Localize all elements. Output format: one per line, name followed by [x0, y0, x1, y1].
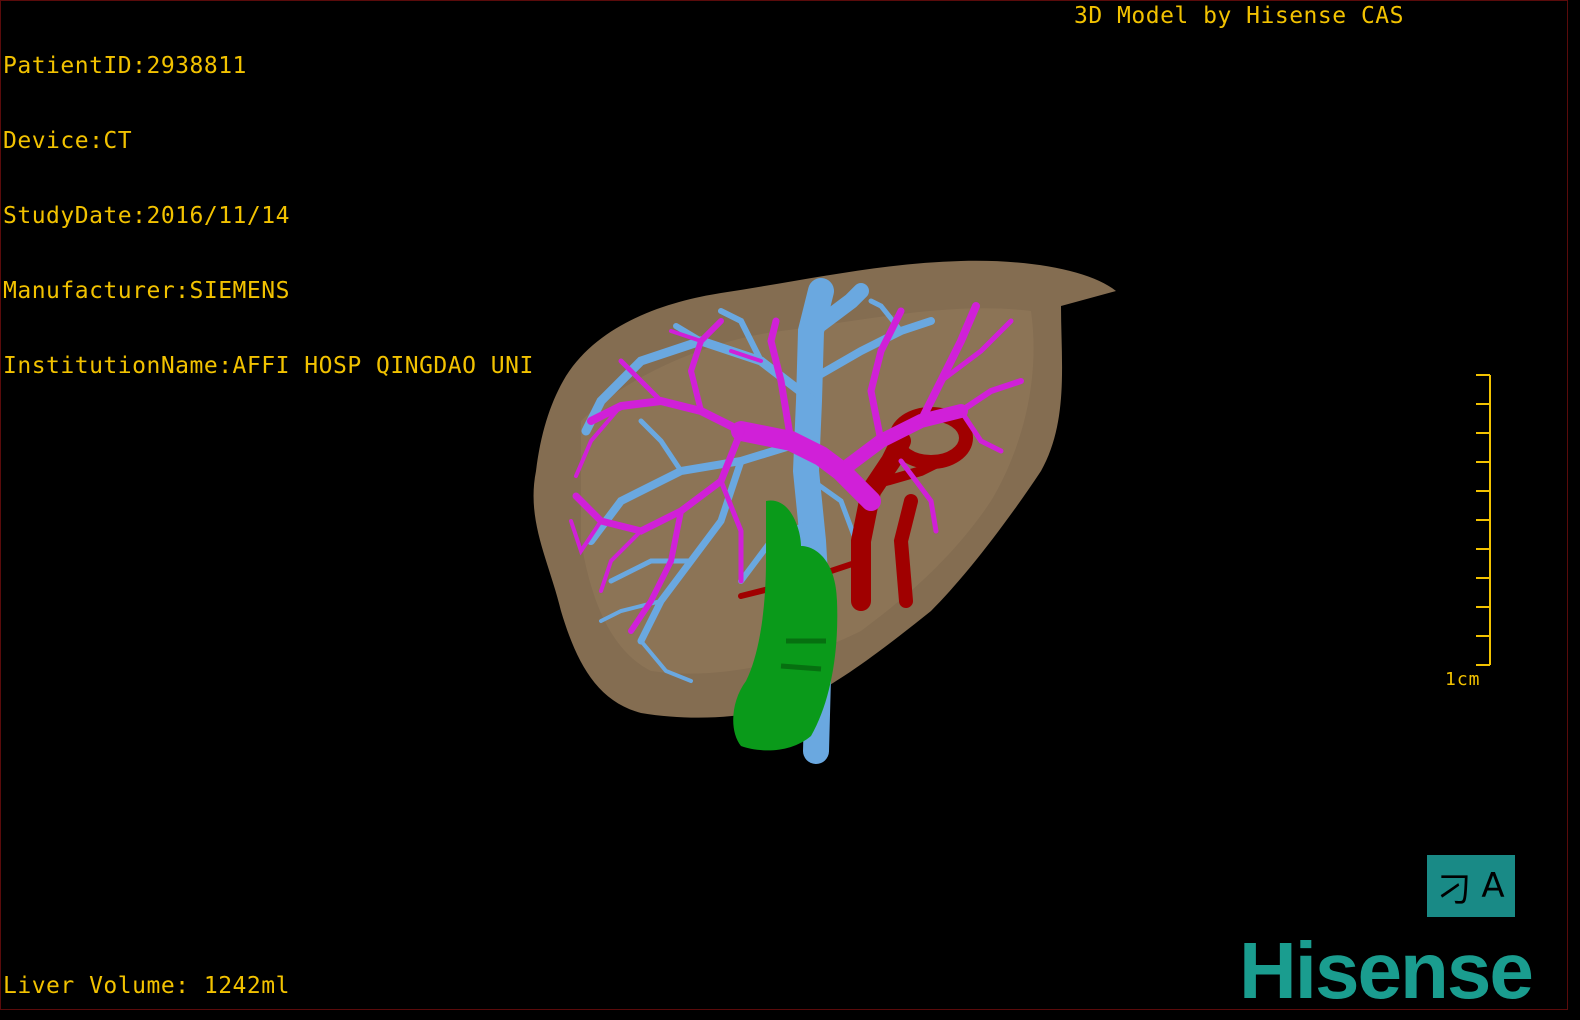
3d-viewport[interactable]: PatientID:2938811 Device:CT StudyDate:20… — [0, 0, 1568, 1015]
scale-ticks — [1476, 374, 1490, 666]
brand-logo: Hisense — [1239, 926, 1534, 1015]
orientation-left-glyph: 刁 — [1437, 869, 1472, 910]
scale-label: 1cm — [1445, 669, 1481, 690]
patient-id-text: PatientID:2938811 — [3, 53, 247, 79]
study-date-text: StudyDate:2016/11/14 — [3, 203, 290, 229]
scale-bar — [1476, 374, 1491, 666]
institution-text: InstitutionName:AFFI HOSP QINGDAO UNI — [3, 353, 534, 379]
manufacturer-text: Manufacturer:SIEMENS — [3, 278, 290, 304]
model-credit-text: 3D Model by Hisense CAS — [1074, 3, 1404, 29]
orientation-right-glyph: A — [1481, 866, 1505, 906]
orientation-toggle[interactable]: 刁 A — [1427, 855, 1515, 917]
liver-volume-text: Liver Volume: 1242ml — [3, 973, 290, 999]
device-text: Device:CT — [3, 128, 133, 154]
dicom-metadata: PatientID:2938811 Device:CT StudyDate:20… — [3, 4, 534, 429]
